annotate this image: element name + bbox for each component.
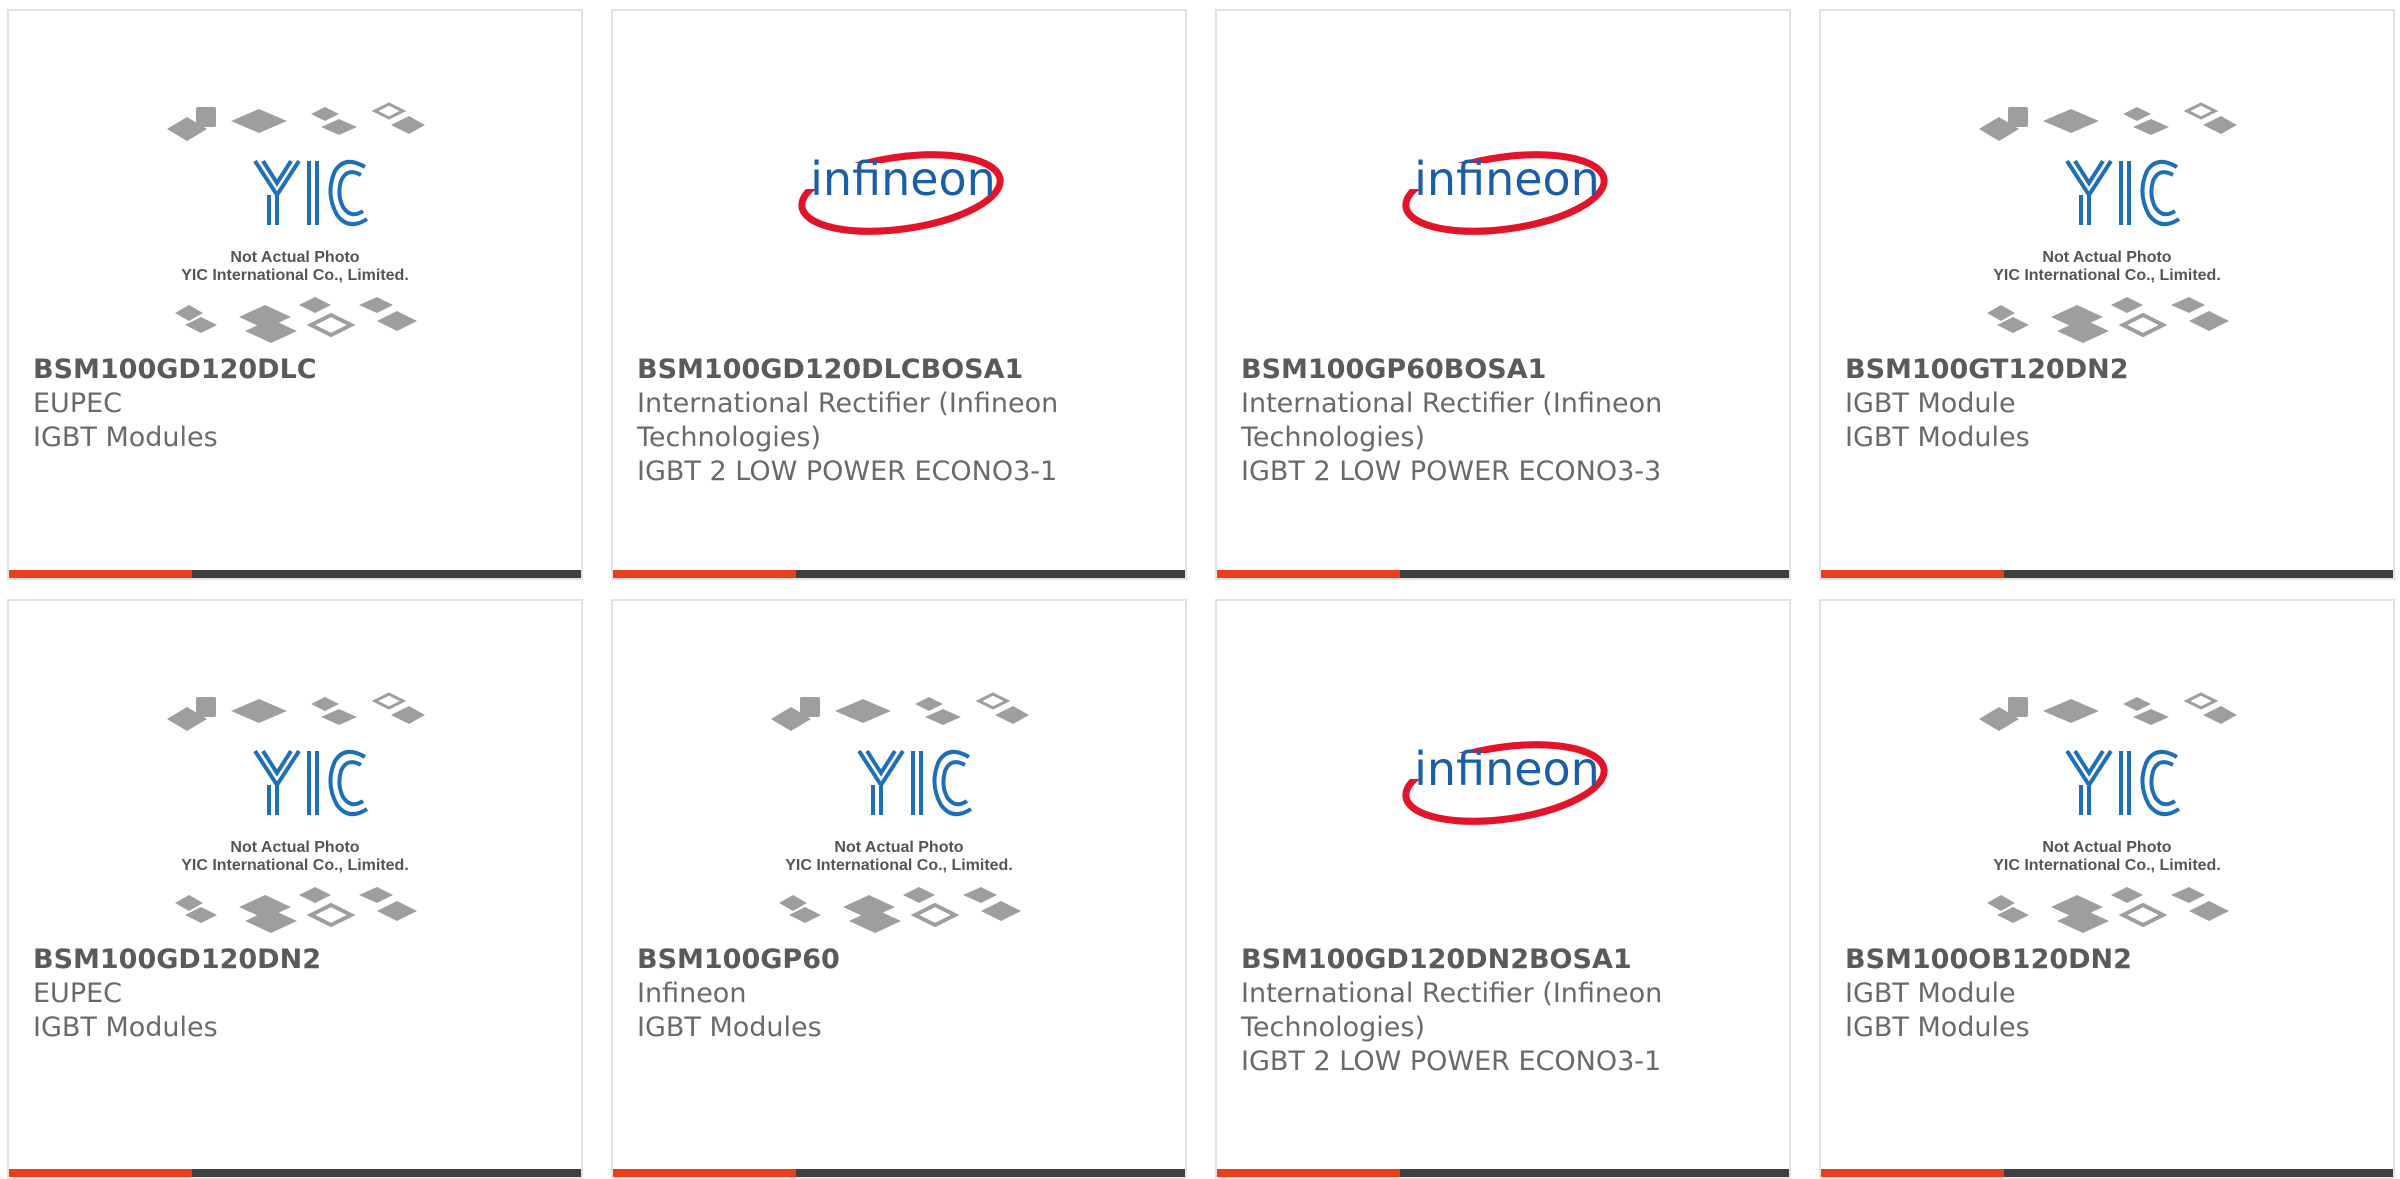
card-accent-bar [613,1169,796,1177]
card-bottom-bar [9,570,581,578]
product-detail-line: IGBT 2 LOW POWER ECONO3-1 [637,456,1058,487]
product-part-number[interactable]: BSM100GP60 [637,943,1165,977]
product-part-number[interactable]: BSM100GD120DN2BOSA1 [1241,943,1769,977]
yic-placeholder-image: Not Actual Photo YIC International Co., … [1979,102,2237,343]
yic-placeholder-image: Not Actual Photo YIC International Co., … [1979,692,2237,933]
product-detail-line: IGBT Modules [1845,422,2030,453]
product-part-number[interactable]: BSM100GD120DN2 [33,943,561,977]
product-part-number[interactable]: BSM100GD120DLCBOSA1 [637,353,1165,387]
product-info: BSM100GD120DLCBOSA1 International Rectifi… [637,353,1165,489]
infineon-logo-text: infineon [810,152,996,206]
product-info: BSM100OB120DN2 IGBT Module IGBT Modules [1845,943,2373,1045]
card-bottom-bar [1217,570,1789,578]
placeholder-line2: YIC International Co., Limited. [181,267,409,284]
product-image[interactable]: Not Actual Photo YIC International Co., … [1821,681,2393,949]
card-accent-bar [1217,1169,1400,1177]
product-info: BSM100GD120DN2 EUPEC IGBT Modules [33,943,561,1045]
infineon-logo-text: infineon [1414,742,1600,796]
placeholder-line2: YIC International Co., Limited. [1993,857,2221,874]
product-manufacturer: International Rectifier (Infineon [637,388,1059,419]
placeholder-line1: Not Actual Photo [230,249,359,266]
product-manufacturer: EUPEC [33,978,123,1009]
card-accent-bar [9,570,192,578]
card-bottom-bar [1821,570,2393,578]
product-detail-line: IGBT Modules [33,422,218,453]
placeholder-line2: YIC International Co., Limited. [181,857,409,874]
product-info: BSM100GT120DN2 IGBT Module IGBT Modules [1845,353,2373,455]
product-image[interactable]: Not Actual Photo YIC International Co., … [613,681,1185,949]
placeholder-line1: Not Actual Photo [2042,839,2171,856]
product-detail-line: IGBT 2 LOW POWER ECONO3-3 [1241,456,1662,487]
product-card[interactable]: Not Actual Photo YIC International Co., … [1819,599,2395,1179]
product-part-number[interactable]: BSM100GD120DLC [33,353,561,387]
card-accent-bar [613,570,796,578]
placeholder-line2: YIC International Co., Limited. [785,857,1013,874]
product-detail-line: IGBT Modules [637,1012,822,1043]
product-card[interactable]: Not Actual Photo YIC International Co., … [1819,9,2395,580]
product-card[interactable]: Not Actual Photo YIC International Co., … [7,9,583,580]
product-grid: Not Actual Photo YIC International Co., … [0,0,2400,1179]
product-info: BSM100GP60 Infineon IGBT Modules [637,943,1165,1045]
product-manufacturer: International Rectifier (Infineon [1241,978,1663,1009]
card-accent-bar [9,1169,192,1177]
product-info: BSM100GD120DN2BOSA1 International Rectifi… [1241,943,1769,1079]
product-detail-line: Technologies) [637,422,821,453]
product-manufacturer: IGBT Module [1845,388,2016,419]
product-part-number[interactable]: BSM100OB120DN2 [1845,943,2373,977]
product-card[interactable]: infineon BSM100GD120DLCBOSA1 Internationa… [611,9,1187,580]
product-image[interactable]: infineon [613,91,1185,359]
placeholder-line1: Not Actual Photo [2042,249,2171,266]
yic-placeholder-image: Not Actual Photo YIC International Co., … [167,692,425,933]
product-info: BSM100GD120DLC EUPEC IGBT Modules [33,353,561,455]
yic-placeholder-image: Not Actual Photo YIC International Co., … [771,692,1029,933]
product-detail-line: IGBT Modules [33,1012,218,1043]
card-accent-bar [1821,570,2004,578]
product-part-number[interactable]: BSM100GP60BOSA1 [1241,353,1769,387]
product-detail-line: IGBT Modules [1845,1012,2030,1043]
product-image[interactable]: Not Actual Photo YIC International Co., … [9,681,581,949]
product-part-number[interactable]: BSM100GT120DN2 [1845,353,2373,387]
placeholder-line1: Not Actual Photo [834,839,963,856]
product-image[interactable]: infineon [1217,91,1789,359]
product-detail-line: Technologies) [1241,422,1425,453]
infineon-logo-image: infineon [797,151,1004,235]
product-manufacturer: EUPEC [33,388,123,419]
card-accent-bar [1821,1169,2004,1177]
yic-placeholder-image: Not Actual Photo YIC International Co., … [167,102,425,343]
product-detail-line: IGBT 2 LOW POWER ECONO3-1 [1241,1046,1662,1077]
product-info: BSM100GP60BOSA1 International Rectifier (… [1241,353,1769,489]
product-image[interactable]: infineon [1217,681,1789,949]
placeholder-line1: Not Actual Photo [230,839,359,856]
card-bottom-bar [613,570,1185,578]
card-accent-bar [1217,570,1400,578]
product-manufacturer: Infineon [637,978,747,1009]
card-bottom-bar [9,1169,581,1177]
product-manufacturer: IGBT Module [1845,978,2016,1009]
placeholder-line2: YIC International Co., Limited. [1993,267,2221,284]
product-card[interactable]: Not Actual Photo YIC International Co., … [7,599,583,1179]
product-manufacturer: International Rectifier (Infineon [1241,388,1663,419]
card-bottom-bar [613,1169,1185,1177]
card-bottom-bar [1217,1169,1789,1177]
product-card[interactable]: infineon BSM100GP60BOSA1 International Re… [1215,9,1791,580]
product-card[interactable]: Not Actual Photo YIC International Co., … [611,599,1187,1179]
infineon-logo-image: infineon [1401,741,1608,825]
card-bottom-bar [1821,1169,2393,1177]
product-detail-line: Technologies) [1241,1012,1425,1043]
product-image[interactable]: Not Actual Photo YIC International Co., … [9,91,581,359]
infineon-logo-text: infineon [1414,152,1600,206]
product-image[interactable]: Not Actual Photo YIC International Co., … [1821,91,2393,359]
product-card[interactable]: infineon BSM100GD120DN2BOSA1 Internationa… [1215,599,1791,1179]
infineon-logo-image: infineon [1401,151,1608,235]
